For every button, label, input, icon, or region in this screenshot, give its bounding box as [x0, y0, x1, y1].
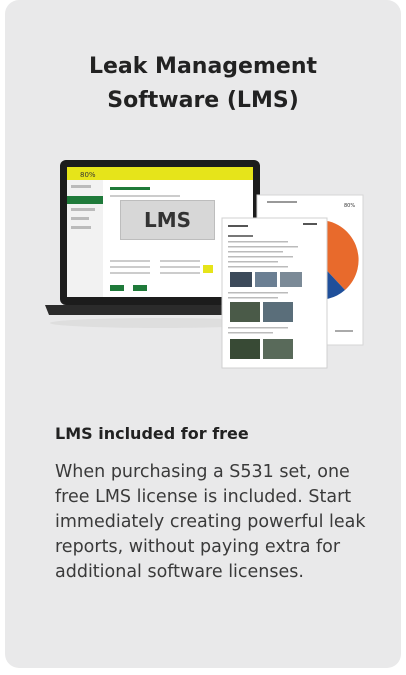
sidebar-active-item [67, 196, 103, 204]
lms-badge: LMS [120, 200, 215, 240]
title-line-1: Leak Management [88, 54, 317, 79]
header-text: 80% [80, 171, 96, 179]
lms-info-card: Leak Management Software (LMS) 80% 80% L… [5, 0, 401, 668]
card-subheading: LMS included for free [55, 424, 249, 443]
svg-text:80%: 80% [344, 203, 355, 209]
laptop-and-reports-illustration: 80% 80% [45, 160, 364, 369]
lms-illustration: 80% 80% LMS [45, 155, 367, 400]
card-title: Leak Management Software (LMS) [5, 50, 401, 118]
card-body-text: When purchasing a S531 set, one free LMS… [55, 462, 366, 582]
title-line-2: Software (LMS) [107, 88, 299, 113]
